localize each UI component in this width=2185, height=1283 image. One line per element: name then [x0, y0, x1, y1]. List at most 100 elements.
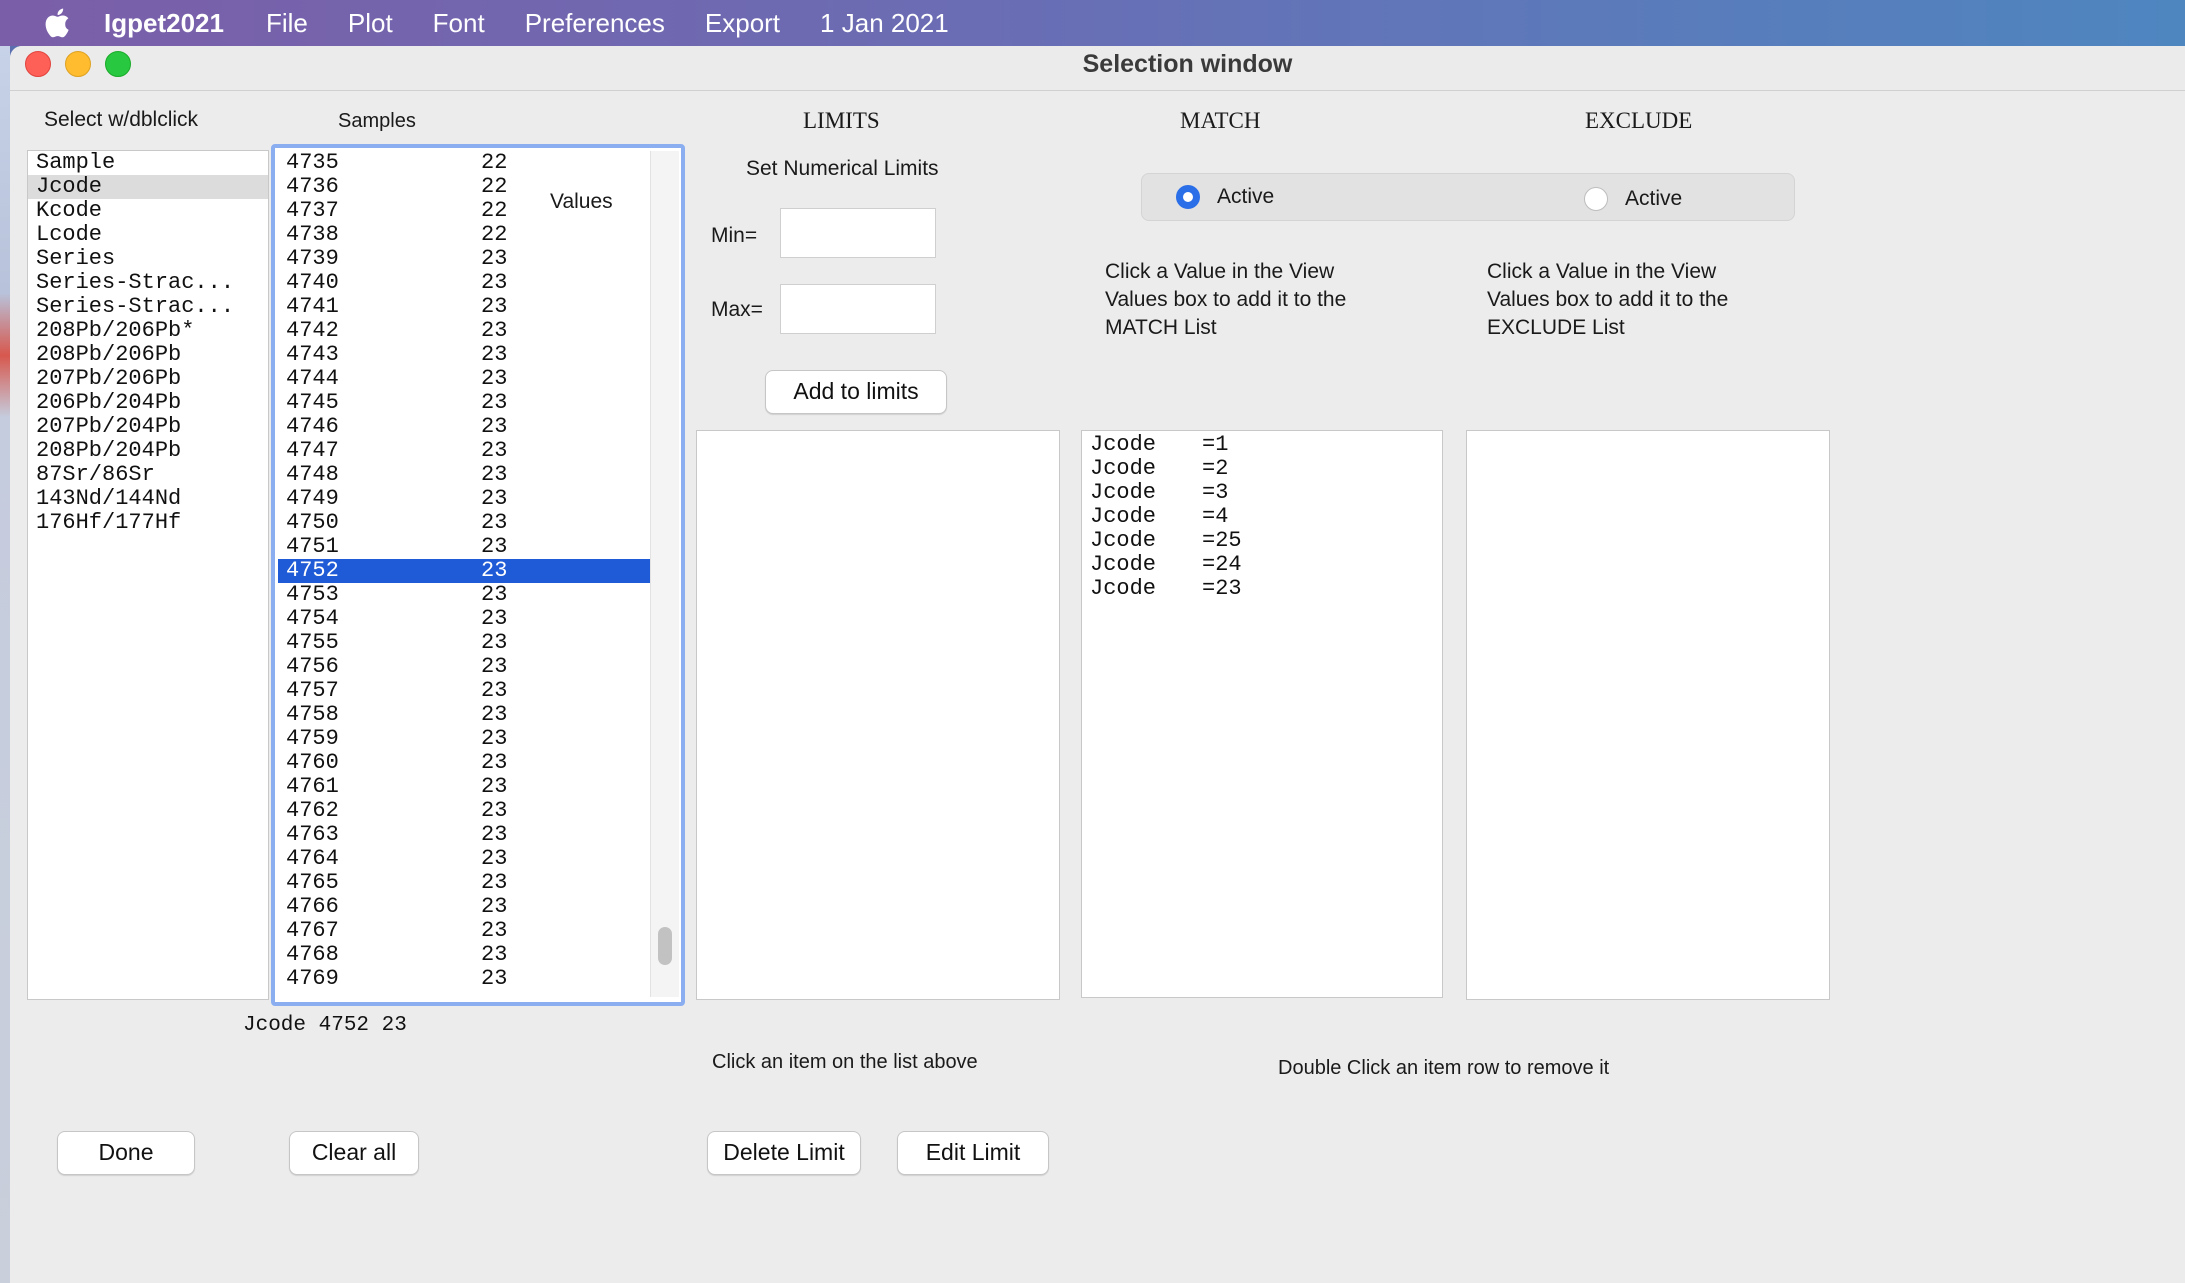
sample-value: 23 [481, 822, 508, 847]
sample-row[interactable]: 4757 23 [278, 679, 650, 703]
sample-row[interactable]: 4749 23 [278, 487, 650, 511]
sample-row[interactable]: 4767 23 [278, 919, 650, 943]
variable-list-item[interactable]: Sample [28, 151, 268, 175]
menu-plot[interactable]: Plot [348, 8, 393, 39]
sample-row[interactable]: 4738 22 [278, 223, 650, 247]
match-entry-value: =2 [1202, 456, 1229, 481]
edit-limit-button[interactable]: Edit Limit [897, 1131, 1049, 1175]
sample-row[interactable]: 4762 23 [278, 799, 650, 823]
menu-app-name[interactable]: Igpet2021 [104, 8, 224, 39]
match-entry[interactable]: Jcode =24 [1090, 553, 1442, 577]
sample-row[interactable]: 4741 23 [278, 295, 650, 319]
match-active-radio[interactable] [1176, 185, 1200, 209]
apple-icon[interactable] [42, 6, 76, 40]
match-entry[interactable]: Jcode =23 [1090, 577, 1442, 601]
menu-preferences[interactable]: Preferences [525, 8, 665, 39]
sample-row[interactable]: 4755 23 [278, 631, 650, 655]
sample-id: 4749 [286, 486, 339, 511]
menu-export[interactable]: Export [705, 8, 780, 39]
sample-value: 22 [481, 151, 508, 175]
sample-row[interactable]: 4759 23 [278, 727, 650, 751]
variable-list-item[interactable]: 208Pb/204Pb [28, 439, 268, 463]
variable-list-item[interactable]: Series [28, 247, 268, 271]
variable-list-item[interactable]: Series-Strac... [28, 295, 268, 319]
sample-row[interactable]: 4756 23 [278, 655, 650, 679]
sample-row[interactable]: 4766 23 [278, 895, 650, 919]
sample-row[interactable]: 4764 23 [278, 847, 650, 871]
variable-list-item[interactable]: 207Pb/204Pb [28, 415, 268, 439]
sample-id: 4735 [286, 151, 339, 175]
sample-row[interactable]: 4769 23 [278, 967, 650, 991]
sample-value: 23 [481, 390, 508, 415]
match-entry-value: =23 [1202, 576, 1242, 601]
sample-row[interactable]: 4742 23 [278, 319, 650, 343]
sample-row[interactable]: 4740 23 [278, 271, 650, 295]
sample-id: 4747 [286, 438, 339, 463]
variable-list-item[interactable]: 208Pb/206Pb* [28, 319, 268, 343]
variable-list-item[interactable]: 143Nd/144Nd [28, 487, 268, 511]
match-entry[interactable]: Jcode =2 [1090, 457, 1442, 481]
sample-value: 23 [481, 678, 508, 703]
samples-scrollbar[interactable] [650, 151, 679, 997]
match-active-label[interactable]: Active [1217, 185, 1274, 209]
sample-id: 4758 [286, 702, 339, 727]
sample-row[interactable]: 4754 23 [278, 607, 650, 631]
sample-row[interactable]: 4751 23 [278, 535, 650, 559]
sample-row[interactable]: 4753 23 [278, 583, 650, 607]
variable-list-item[interactable]: Jcode [28, 175, 268, 199]
variable-list-item[interactable]: 206Pb/204Pb [28, 391, 268, 415]
exclude-list[interactable] [1466, 430, 1830, 1000]
max-input[interactable] [780, 284, 936, 334]
sample-row[interactable]: 4763 23 [278, 823, 650, 847]
sample-id: 4759 [286, 726, 339, 751]
clear-all-button[interactable]: Clear all [289, 1131, 419, 1175]
sample-row[interactable]: 4747 23 [278, 439, 650, 463]
match-entry-value: =25 [1202, 528, 1242, 553]
sample-row[interactable]: 4745 23 [278, 391, 650, 415]
variable-list-item[interactable]: 176Hf/177Hf [28, 511, 268, 535]
sample-row[interactable]: 4746 23 [278, 415, 650, 439]
match-entry[interactable]: Jcode =4 [1090, 505, 1442, 529]
sample-row[interactable]: 4768 23 [278, 943, 650, 967]
match-entry[interactable]: Jcode =1 [1090, 433, 1442, 457]
match-entry-field: Jcode [1090, 528, 1157, 553]
min-input[interactable] [780, 208, 936, 258]
sample-row[interactable]: 4748 23 [278, 463, 650, 487]
menu-font[interactable]: Font [433, 8, 485, 39]
sample-row[interactable]: 4743 23 [278, 343, 650, 367]
variable-list-item[interactable]: 207Pb/206Pb [28, 367, 268, 391]
exclude-active-radio[interactable] [1584, 187, 1608, 211]
variable-list-item[interactable]: Series-Strac... [28, 271, 268, 295]
match-entry[interactable]: Jcode =25 [1090, 529, 1442, 553]
sample-row[interactable]: 4758 23 [278, 703, 650, 727]
sample-row[interactable]: 4760 23 [278, 751, 650, 775]
match-list[interactable]: Jcode =1 Jcode =2 Jcode =3 Jcode =4 Jcode =25 Jcod… [1081, 430, 1443, 998]
limits-list[interactable] [696, 430, 1060, 1000]
samples-column-header: Samples [338, 110, 416, 132]
sample-row[interactable]: 4735 22 [278, 151, 650, 175]
scrollbar-thumb[interactable] [658, 927, 672, 965]
sample-row[interactable]: 4765 23 [278, 871, 650, 895]
done-button[interactable]: Done [57, 1131, 195, 1175]
samples-list[interactable]: 4735 22 4736 22 4737 22 4738 22 4739 23 4740 23 4741… [278, 151, 650, 997]
variable-list-item[interactable]: 208Pb/206Pb [28, 343, 268, 367]
sample-id: 4746 [286, 414, 339, 439]
menu-file[interactable]: File [266, 8, 308, 39]
variable-list-item[interactable]: Lcode [28, 223, 268, 247]
exclude-active-label[interactable]: Active [1625, 187, 1682, 211]
variable-list-item[interactable]: 87Sr/86Sr [28, 463, 268, 487]
match-help-text: Click a Value in the View Values box to … [1105, 258, 1346, 342]
sample-value: 23 [481, 942, 508, 967]
variable-list-item[interactable]: Kcode [28, 199, 268, 223]
match-entry[interactable]: Jcode =3 [1090, 481, 1442, 505]
sample-row[interactable]: 4752 23 [278, 559, 650, 583]
sample-row[interactable]: 4750 23 [278, 511, 650, 535]
variable-list[interactable]: Sample Jcode Kcode Lcode Series Series-Strac.… [27, 150, 269, 1000]
add-to-limits-button[interactable]: Add to limits [765, 370, 947, 414]
window-title: Selection window [1082, 50, 1293, 78]
delete-limit-button[interactable]: Delete Limit [707, 1131, 861, 1175]
sample-row[interactable]: 4744 23 [278, 367, 650, 391]
sample-row[interactable]: 4739 23 [278, 247, 650, 271]
sample-id: 4756 [286, 654, 339, 679]
sample-row[interactable]: 4761 23 [278, 775, 650, 799]
